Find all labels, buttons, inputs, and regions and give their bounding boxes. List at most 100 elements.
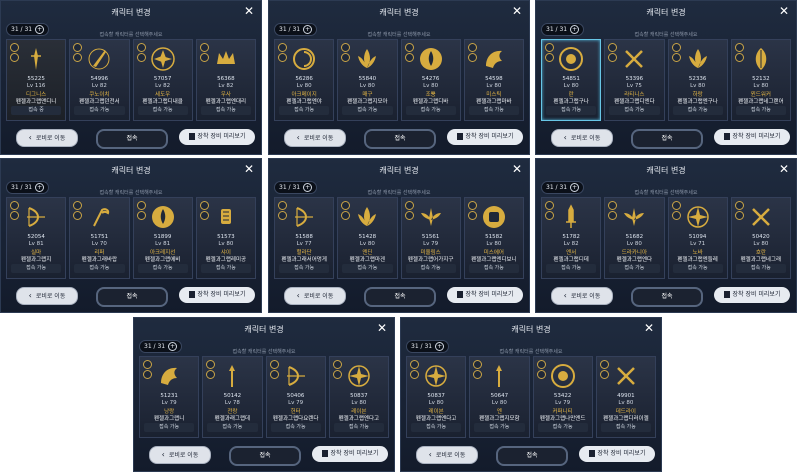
lobby-button[interactable]: ‹ 로비로 이동 (416, 446, 478, 464)
equipment-preview-button[interactable]: 장착 장비 미리보기 (179, 129, 255, 145)
character-card[interactable]: 51582 Lv 80 미스에어 펜젤과그랩엔디보니 접속 가능 (463, 197, 524, 279)
equipment-preview-button[interactable]: 장착 장비 미리보기 (579, 446, 655, 462)
connect-button[interactable]: 접속 (364, 129, 436, 149)
close-icon[interactable]: ✕ (512, 162, 522, 176)
character-card[interactable]: 52054 Lv 81 실마 펜젤과그랩지 접속 가능 (6, 197, 67, 279)
character-card[interactable]: 51573 Lv 80 샤이 펜젤과그랩레미공 접속 가능 (195, 197, 256, 279)
badge-icon (136, 201, 146, 210)
character-name: 펜젤과그랩네그래 (740, 257, 782, 263)
character-card[interactable]: 54276 Lv 80 조뿡 펜젤과그랩디바 접속 가능 (400, 39, 461, 121)
equipment-preview-button[interactable]: 장착 장비 미리보기 (714, 287, 790, 303)
lobby-button[interactable]: ‹ 로비로 이동 (16, 129, 78, 147)
equipment-preview-button[interactable]: 장착 장비 미리보기 (179, 287, 255, 303)
character-card[interactable]: 51899 Lv 81 아크레지선 펜젤과그랩에비 접속 가능 (132, 197, 193, 279)
character-card[interactable]: 54996 Lv 82 쿠노이치 펜젤과그랩던전서 접속 가능 (69, 39, 130, 121)
connect-button[interactable]: 접속 (496, 446, 568, 466)
close-icon[interactable]: ✕ (779, 4, 789, 18)
connect-button[interactable]: 접속 (631, 129, 703, 149)
equipment-preview-button[interactable]: 장착 장비 미리보기 (447, 129, 523, 145)
window-title: 캐릭터 변경 (111, 8, 151, 17)
character-card[interactable]: 51428 Lv 80 엔딘 펜젤과그랩마겐 접속 가능 (337, 197, 398, 279)
badge-icon (269, 360, 279, 369)
character-level: Lv 80 (296, 83, 312, 89)
character-card[interactable]: 49901 Lv 80 데드라이 펜젤과그랩디러이젤 접속 가능 (595, 356, 656, 438)
badge-icon (608, 201, 618, 210)
badge-icon (608, 53, 618, 62)
connect-button[interactable]: 접속 (96, 287, 168, 307)
preview-icon (456, 291, 463, 298)
character-card[interactable]: 51682 Lv 80 드라카니아 펜젤과그랩엔다 접속 가능 (604, 197, 665, 279)
character-card[interactable]: 54598 Lv 80 미스틱 펜젤과그랩마바 접속 가능 (463, 39, 524, 121)
connection-status: 접속 가능 (609, 106, 660, 115)
lobby-button[interactable]: ‹ 로비로 이동 (284, 287, 346, 305)
combat-power: 51094 (688, 234, 707, 240)
combat-power: 52132 (752, 76, 770, 82)
connect-button[interactable]: 접속 (631, 287, 703, 307)
character-select-window-1: 캐릭터 변경 ✕ 31 / 31 + 접속할 캐릭터를 선택해주세요 55225 L… (0, 0, 262, 155)
character-card[interactable]: 54851 Lv 80 란 펜젤과그랩구나 접속 가능 (541, 39, 602, 121)
select-hint: 접속할 캐릭터를 선택해주세요 (99, 32, 163, 38)
connection-status: 접속 가능 (474, 423, 525, 432)
close-icon[interactable]: ✕ (244, 162, 254, 176)
lobby-button[interactable]: ‹ 로비로 이동 (16, 287, 78, 305)
character-card[interactable]: 50837 Lv 80 레이븐 펜젤과그랩엔다고 접속 가능 (328, 356, 389, 438)
character-name: 펜젤과그랩디바 (412, 99, 449, 105)
close-icon[interactable]: ✕ (244, 4, 254, 18)
character-card[interactable]: 52132 Lv 80 윈드워커 펜젤과그랩네그랜어 접속 가능 (730, 39, 791, 121)
character-level: Lv 80 (423, 83, 439, 89)
connect-button[interactable]: 접속 (96, 129, 168, 149)
combat-power: 50647 (490, 393, 509, 399)
close-icon[interactable]: ✕ (512, 4, 522, 18)
combat-power: 52336 (688, 76, 707, 82)
character-card[interactable]: 56368 Lv 82 우사 펜젤과그랩엔대리 접속 가능 (195, 39, 256, 121)
close-icon[interactable]: ✕ (377, 321, 387, 335)
connect-button[interactable]: 접속 (364, 287, 436, 307)
character-card[interactable]: 53396 Lv 75 라티니스 펜젤과그랩디엔다 접속 가능 (604, 39, 665, 121)
character-name: 펜젤과그랩던전서 (79, 99, 120, 105)
lobby-button[interactable]: ‹ 로비로 이동 (551, 287, 613, 305)
badge-icon (410, 370, 419, 379)
class-emblem-icon (161, 367, 178, 385)
character-level: Lv 80 (351, 400, 367, 406)
lobby-button[interactable]: ‹ 로비로 이동 (284, 129, 346, 147)
character-card[interactable]: 50142 Lv 78 전랑 펜젤과래그랩데 접속 가능 (202, 356, 263, 438)
character-card[interactable]: 51751 Lv 70 리퍼 펜젤과그래바랍 접속 가능 (69, 197, 130, 279)
equipment-preview-button[interactable]: 장착 장비 미리보기 (312, 446, 388, 462)
character-level: Lv 82 (91, 83, 107, 89)
character-card[interactable]: 55840 Lv 80 매구 펜젤과그랩지모아 접속 가능 (337, 39, 398, 121)
character-card-list: 52054 Lv 81 실마 펜젤과그랩지 접속 가능 51751 Lv 70 리퍼 펜젤과그래… (6, 197, 256, 279)
class-emblem-icon (220, 209, 231, 224)
character-card[interactable]: 53422 Lv 79 커퍼니티 펜젤과그랩나만엔드 접속 가능 (532, 356, 593, 438)
close-icon[interactable]: ✕ (644, 321, 654, 335)
character-level: Lv 81 (28, 241, 44, 247)
character-card[interactable]: 50647 Lv 80 엔 펜젤과그랩지모함 접속 가능 (469, 356, 530, 438)
connection-status: 접속 가능 (207, 423, 258, 432)
character-card[interactable]: 57057 Lv 82 세도우 펜젤과그랩디내클 접속 가능 (132, 39, 193, 121)
character-card[interactable]: 56286 Lv 80 아크메이지 펜젤과그랩엔야 접속 가능 (274, 39, 335, 121)
character-card[interactable]: 51231 Lv 79 낭랑 펜젤과그랩니 접속 가능 (139, 356, 200, 438)
character-card[interactable]: 52336 Lv 80 하랑 펜젤과그랩엔구나 접속 가능 (667, 39, 728, 121)
class-emblem-icon (216, 51, 235, 64)
connect-button[interactable]: 접속 (229, 446, 301, 466)
badge-icon (545, 53, 554, 62)
character-card[interactable]: 51782 Lv 82 엔서 펜젤과그랩디데 접속 가능 (541, 197, 602, 279)
character-card[interactable]: 51588 Lv 77 헐라단 펜젤과그래서어멍게 접속 가능 (274, 197, 335, 279)
combat-power: 56368 (217, 76, 235, 82)
badge-icon (467, 211, 477, 220)
character-card[interactable]: 55225 Lv 116 디그니스 펜젤과그랩맨디니 접속 중 (6, 39, 67, 121)
character-card[interactable]: 51094 Lv 71 노바 펜젤과그랩엔들레 접속 가능 (667, 197, 728, 279)
preview-icon (723, 133, 730, 140)
character-card[interactable]: 50837 Lv 80 레이븐 펜젤과그랩엔다고 접속 가능 (406, 356, 467, 438)
lobby-button[interactable]: ‹ 로비로 이동 (149, 446, 211, 464)
lobby-button[interactable]: ‹ 로비로 이동 (551, 129, 613, 147)
character-name: 펜젤과그랩엔다 (616, 257, 653, 263)
character-level: Lv 80 (428, 400, 444, 406)
character-card[interactable]: 50406 Lv 79 헌터 펜젤과그랩다요렌다 접속 가능 (265, 356, 326, 438)
close-icon[interactable]: ✕ (779, 162, 789, 176)
character-card[interactable]: 50420 Lv 80 호란 펜젤과그랩네그래 접속 가능 (730, 197, 791, 279)
class-emblem-icon (624, 208, 645, 226)
equipment-preview-button[interactable]: 장착 장비 미리보기 (447, 287, 523, 303)
character-card[interactable]: 51561 Lv 79 미올림스 펜젤과그랩어가지구 접속 가능 (400, 197, 461, 279)
equipment-preview-button[interactable]: 장착 장비 미리보기 (714, 129, 790, 145)
class-emblem-icon (496, 365, 503, 387)
